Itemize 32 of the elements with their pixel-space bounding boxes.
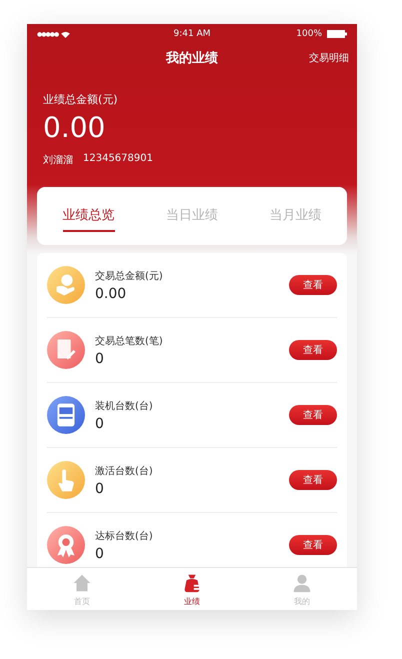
view-button[interactable]: 查看 [289, 405, 337, 425]
metric-label: 交易总金额(元) [95, 270, 163, 282]
view-button[interactable]: 查看 [289, 470, 337, 490]
pointing-hand-icon [47, 461, 85, 499]
view-button[interactable]: 查看 [289, 275, 337, 295]
view-button[interactable]: 查看 [289, 535, 337, 555]
card-terminal-icon [47, 396, 85, 434]
user-name: 刘溜溜 [43, 154, 73, 167]
battery-icon [327, 30, 347, 38]
bottom-tab[interactable]: 业绩 [137, 568, 247, 610]
total-amount: 0.00 [43, 111, 106, 145]
metric-value: 0 [95, 416, 104, 432]
metric-label: 装机台数(台) [95, 400, 153, 412]
transaction-details-link[interactable]: 交易明细 [309, 51, 349, 65]
status-time: 9:41 AM [174, 29, 210, 39]
period-tab[interactable]: 业绩总览 [62, 200, 115, 232]
battery-percent: 100% [296, 29, 322, 39]
wifi-icon [61, 30, 70, 38]
metric-value: 0 [95, 350, 104, 366]
receipt-icon [47, 331, 85, 369]
total-amount-label: 业绩总金额(元) [43, 92, 119, 107]
ribbon-award-icon [47, 526, 85, 564]
view-button[interactable]: 查看 [289, 340, 337, 360]
user-phone: 12345678901 [83, 153, 153, 166]
coin-hand-icon [47, 266, 85, 304]
metric-label: 达标台数(台) [95, 530, 153, 542]
metric-label: 激活台数(台) [95, 464, 153, 478]
metric-value: 0 [95, 480, 104, 496]
page-title: 我的业绩 [166, 50, 218, 67]
metric-value: 0 [95, 546, 104, 562]
metric-label: 交易总笔数(笔) [95, 334, 163, 348]
metric-value: 0.00 [95, 286, 126, 302]
